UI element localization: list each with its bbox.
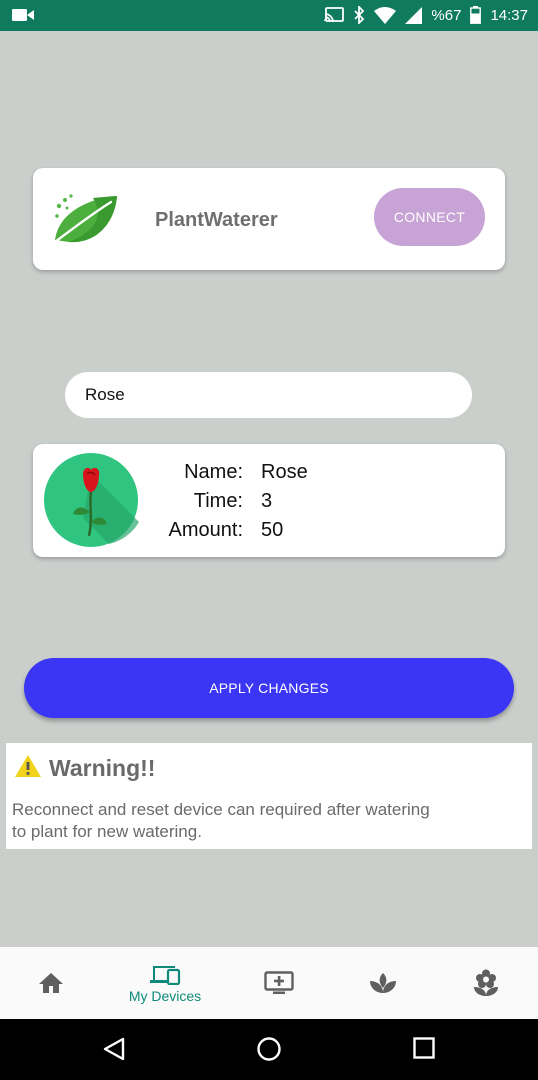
nav-item-florist[interactable] — [436, 947, 536, 1019]
bottom-nav: My Devices — [0, 947, 538, 1019]
time-label: Time: — [193, 490, 243, 512]
recents-icon[interactable] — [413, 1037, 435, 1059]
device-card: PlantWaterer CONNECT — [33, 168, 505, 270]
name-label: Name: — [184, 461, 243, 483]
devices-icon — [150, 965, 181, 985]
warning-text-line1: Reconnect and reset device can required … — [12, 800, 430, 819]
name-value: Rose — [261, 461, 308, 483]
wifi-icon — [374, 6, 397, 24]
amount-label: Amount: — [168, 519, 243, 541]
apply-changes-button[interactable]: APPLY CHANGES — [24, 658, 514, 718]
connect-button[interactable]: CONNECT — [374, 188, 485, 246]
video-camera-icon — [12, 9, 34, 21]
clock: 14:37 — [490, 6, 528, 24]
warning-icon — [15, 755, 41, 777]
leaf-icon — [53, 194, 117, 244]
spa-icon — [370, 973, 396, 993]
plant-info-card[interactable]: Name: Time: Amount: Rose 3 50 — [33, 444, 505, 557]
add-to-screen-icon — [264, 971, 294, 994]
nav-item-spa[interactable] — [333, 947, 433, 1019]
local-florist-icon — [474, 969, 498, 996]
home-icon — [39, 973, 63, 993]
nav-item-my-devices[interactable]: My Devices — [115, 947, 215, 1019]
app-name: PlantWaterer — [155, 209, 278, 231]
warning-title: Warning!! — [49, 755, 156, 781]
signal-icon — [405, 6, 423, 24]
plant-name-input[interactable]: Rose — [65, 372, 472, 418]
back-icon[interactable] — [103, 1037, 125, 1061]
nav-item-home[interactable] — [1, 947, 101, 1019]
battery-icon — [470, 6, 482, 24]
nav-item-add-screen[interactable] — [229, 947, 329, 1019]
home-circle-icon[interactable] — [257, 1037, 281, 1061]
nav-label-my-devices: My Devices — [128, 987, 202, 1004]
status-bar: %67 14:37 — [0, 0, 538, 31]
rose-icon — [44, 453, 139, 547]
system-nav-bar — [0, 1019, 538, 1080]
battery-percent: %67 — [431, 6, 462, 24]
cast-icon — [324, 7, 345, 23]
amount-value: 50 — [261, 519, 284, 541]
time-value: 3 — [261, 490, 273, 512]
plant-info-labels: Name: Time: Amount: — [149, 458, 243, 545]
warning-text: Reconnect and reset device can required … — [12, 799, 482, 843]
warning-box: Warning!! Reconnect and reset device can… — [6, 743, 532, 849]
plant-info-values: Rose 3 50 — [261, 458, 308, 545]
bluetooth-icon — [354, 6, 365, 24]
warning-text-line2: to plant for new watering. — [12, 822, 202, 841]
